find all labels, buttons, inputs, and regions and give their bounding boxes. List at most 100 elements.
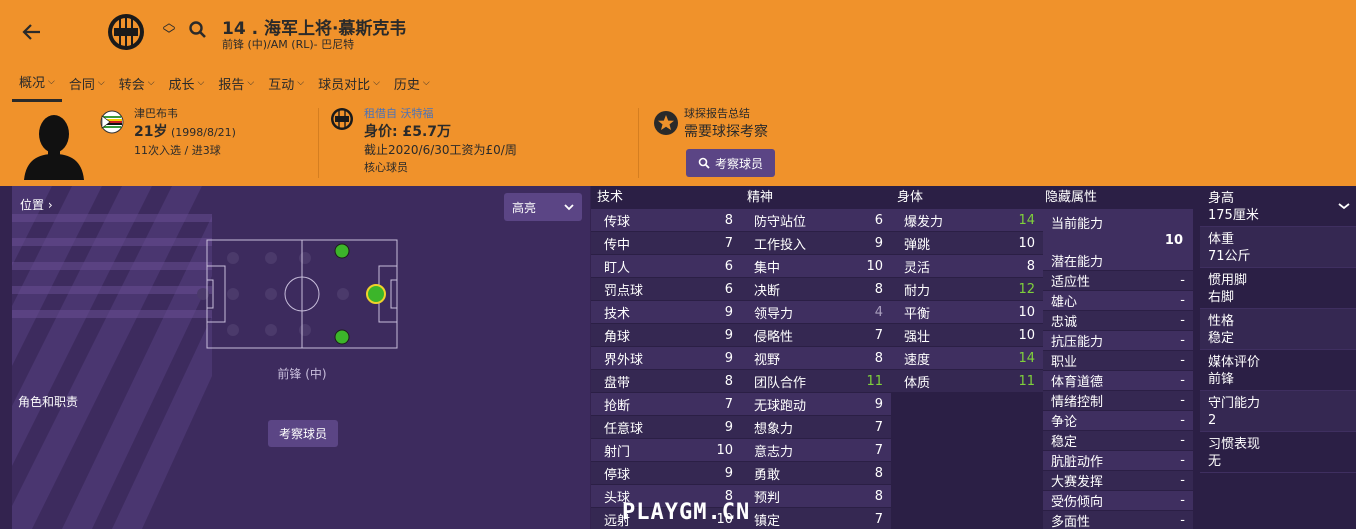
highlight-dropdown-label: 高亮 <box>512 200 537 215</box>
attribute-row[interactable]: 传中 7 <box>591 232 741 255</box>
attribute-row[interactable]: 爆发力 14 <box>891 209 1043 232</box>
attribute-value: 8 <box>724 373 733 389</box>
attribute-row[interactable]: 抢断 7 <box>591 393 741 416</box>
physical-column: 身体 爆发力 14 弹跳 10 灵活 8 耐力 12 平衡 10 强壮 10 速度 14 体质 11 <box>891 186 1043 393</box>
attribute-row[interactable]: 勇敢 8 <box>741 462 891 485</box>
attribute-row[interactable]: 情绪控制 - <box>1043 391 1193 411</box>
attribute-row[interactable]: 界外球 9 <box>591 347 741 370</box>
attribute-value: - <box>1180 353 1185 368</box>
prev-next-player[interactable]: ︿ ﹀ <box>162 17 176 48</box>
attribute-row[interactable]: 灵活 8 <box>891 255 1043 278</box>
attribute-row[interactable]: 视野 8 <box>741 347 891 370</box>
attribute-value: 8 <box>724 212 733 228</box>
attribute-row[interactable]: 镇定 7 <box>741 508 891 529</box>
attribute-row[interactable]: 盘带 8 <box>591 370 741 393</box>
attribute-row[interactable]: 领导力 4 <box>741 301 891 324</box>
attribute-name: 盯人 <box>604 260 631 276</box>
attribute-name: 任意球 <box>604 421 644 437</box>
attribute-row[interactable]: 罚点球 6 <box>591 278 741 301</box>
tab-reports[interactable]: 报告 ⌵ <box>211 68 261 102</box>
bio-label: 体重 <box>1208 232 1235 247</box>
attribute-row[interactable]: 职业 - <box>1043 351 1193 371</box>
attribute-row[interactable]: 争论 - <box>1043 411 1193 431</box>
scout-player-button-secondary[interactable]: 考察球员 <box>268 420 338 447</box>
attribute-row[interactable]: 受伤倾向 - <box>1043 491 1193 511</box>
attribute-row[interactable]: 雄心 - <box>1043 291 1193 311</box>
birth-date: (1998/8/21) <box>170 126 236 139</box>
tab-transfer[interactable]: 转会 ⌵ <box>112 68 162 102</box>
attribute-name: 速度 <box>904 352 931 368</box>
bio-value: 175厘米 <box>1208 208 1259 223</box>
attribute-row[interactable]: 意志力 7 <box>741 439 891 462</box>
attribute-row[interactable]: 集中 10 <box>741 255 891 278</box>
chevron-down-icon: ⌵ <box>97 78 105 88</box>
tab-contract[interactable]: 合同 ⌵ <box>62 68 112 102</box>
attribute-row[interactable]: 潜在能力 <box>1043 251 1193 271</box>
attribute-value: 8 <box>874 488 883 504</box>
attribute-row[interactable]: 大赛发挥 - <box>1043 471 1193 491</box>
attribute-row[interactable]: 决断 8 <box>741 278 891 301</box>
market-value: 身价: £5.7万 <box>364 124 452 140</box>
attribute-row[interactable]: 适应性 - <box>1043 271 1193 291</box>
chevron-down-icon[interactable]: ﹀ <box>162 29 176 42</box>
attribute-name: 传球 <box>604 214 631 230</box>
attribute-row[interactable]: 体育道德 - <box>1043 371 1193 391</box>
attribute-row[interactable]: 角球 9 <box>591 324 741 347</box>
attribute-row[interactable]: 预判 8 <box>741 485 891 508</box>
attribute-row[interactable]: 团队合作 11 <box>741 370 891 393</box>
watermark: PLAYGM.CN <box>622 500 751 525</box>
tab-history[interactable]: 历史 ⌵ <box>387 68 437 102</box>
attribute-row[interactable]: 肮脏动作 - <box>1043 451 1193 471</box>
tab-overview[interactable]: 概况 ⌵ <box>12 68 62 102</box>
attribute-row[interactable]: 盯人 6 <box>591 255 741 278</box>
club-logo <box>108 14 144 50</box>
attribute-row[interactable]: 技术 9 <box>591 301 741 324</box>
attribute-row[interactable]: 传球 8 <box>591 209 741 232</box>
scout-summary-status: 需要球探考察 <box>684 124 768 140</box>
bio-value: 稳定 <box>1208 331 1235 346</box>
attribute-row[interactable]: 防守站位 6 <box>741 209 891 232</box>
attribute-row[interactable]: 忠诚 - <box>1043 311 1193 331</box>
attribute-row[interactable]: 侵略性 7 <box>741 324 891 347</box>
attribute-row[interactable]: 停球 9 <box>591 462 741 485</box>
position-section-link[interactable]: 位置 › <box>20 196 53 213</box>
attribute-name: 大赛发挥 <box>1051 475 1104 490</box>
search-icon[interactable] <box>188 20 208 40</box>
attribute-row[interactable]: 无球跑动 9 <box>741 393 891 416</box>
attribute-row[interactable]: 射门 10 <box>591 439 741 462</box>
attribute-value: - <box>1180 453 1185 468</box>
back-arrow-icon[interactable] <box>20 20 44 44</box>
attribute-value: 9 <box>874 235 883 251</box>
attribute-row[interactable]: 多面性 - <box>1043 511 1193 529</box>
attribute-row[interactable]: 工作投入 9 <box>741 232 891 255</box>
attribute-name: 多面性 <box>1051 515 1091 529</box>
highlight-dropdown[interactable]: 高亮 <box>504 193 582 221</box>
chevron-down-icon[interactable] <box>1338 202 1350 210</box>
attribute-name: 职业 <box>1051 355 1078 370</box>
attribute-row[interactable]: 体质 11 <box>891 370 1043 393</box>
attribute-row[interactable]: 弹跳 10 <box>891 232 1043 255</box>
nationality[interactable]: 津巴布韦 <box>134 105 236 123</box>
roles-duties-label[interactable]: 角色和职责 <box>18 393 78 410</box>
attribute-row[interactable]: 任意球 9 <box>591 416 741 439</box>
attribute-name: 情绪控制 <box>1051 395 1104 410</box>
attribute-row[interactable]: 速度 14 <box>891 347 1043 370</box>
bio-label: 媒体评价 <box>1208 355 1261 370</box>
attribute-name: 射门 <box>604 444 631 460</box>
attribute-row[interactable]: 想象力 7 <box>741 416 891 439</box>
attribute-row[interactable]: 耐力 12 <box>891 278 1043 301</box>
attribute-name: 潜在能力 <box>1051 255 1104 270</box>
loan-status[interactable]: 租借自 沃特福 <box>364 105 517 123</box>
bio-list: 身高 175厘米 体重 71公斤 惯用脚 右脚 性格 稳定 媒体评价 前锋 守门能力 2 习惯表现无 <box>1200 186 1356 473</box>
attribute-row[interactable]: 稳定 - <box>1043 431 1193 451</box>
physical-list: 爆发力 14 弹跳 10 灵活 8 耐力 12 平衡 10 强壮 10 速度 14 体质 11 <box>891 209 1043 393</box>
attribute-value: 7 <box>874 327 883 343</box>
tab-interaction[interactable]: 互动 ⌵ <box>261 68 311 102</box>
attribute-row[interactable]: 抗压能力 - <box>1043 331 1193 351</box>
attribute-row[interactable]: 平衡 10 <box>891 301 1043 324</box>
attribute-name: 爆发力 <box>904 214 944 230</box>
tab-compare[interactable]: 球员对比 ⌵ <box>311 68 387 102</box>
scout-player-button[interactable]: 考察球员 <box>686 149 775 177</box>
tab-development[interactable]: 成长 ⌵ <box>162 68 212 102</box>
attribute-row[interactable]: 强壮 10 <box>891 324 1043 347</box>
